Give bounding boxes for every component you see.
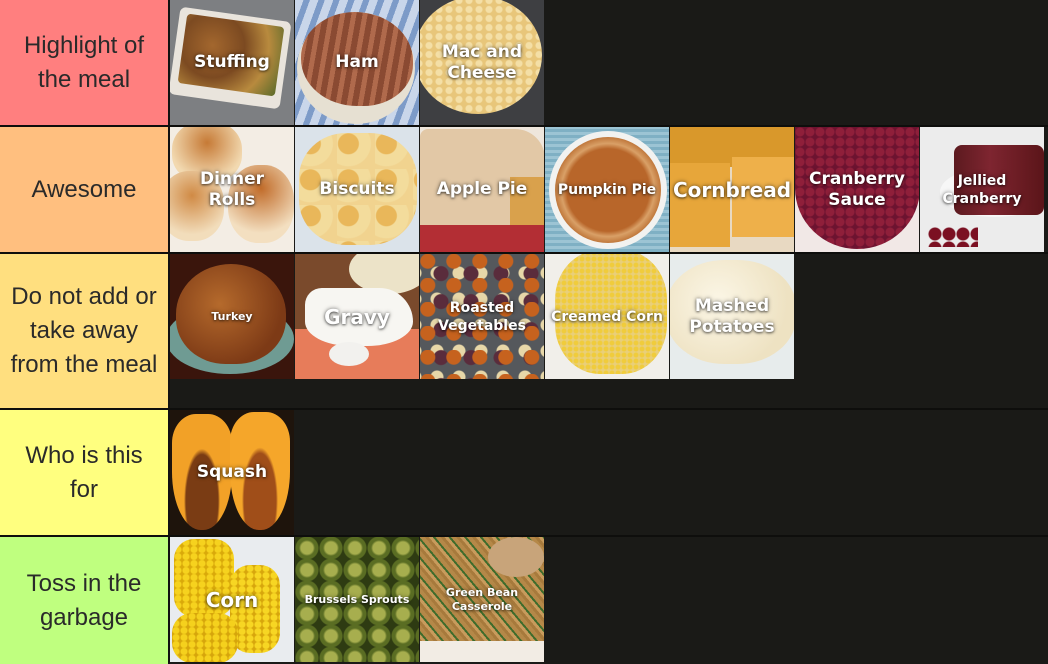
tier-row-awesome: Awesome Dinner Rolls Biscuits Apple Pie … — [0, 127, 1048, 254]
tier-item-roasted-vegetables[interactable]: Roasted Vegetables — [420, 254, 545, 379]
tier-label: Do not add or take away from the meal — [0, 254, 170, 408]
tier-items-dropzone[interactable]: Stuffing Ham Mac and Cheese — [170, 0, 1048, 125]
tier-items-dropzone[interactable]: Dinner Rolls Biscuits Apple Pie Pumpkin … — [170, 127, 1048, 252]
tier-item-squash[interactable]: Squash — [170, 410, 295, 535]
tier-item-mashed-potatoes[interactable]: Mashed Potatoes — [670, 254, 795, 379]
item-caption: Mashed Potatoes — [689, 295, 775, 337]
tier-item-gravy[interactable]: Gravy — [295, 254, 420, 379]
item-caption: Apple Pie — [436, 179, 528, 199]
tier-item-corn[interactable]: Corn — [170, 537, 295, 662]
item-caption: Dinner Rolls — [199, 168, 265, 210]
item-caption: Brussels Sprouts — [304, 592, 410, 606]
item-caption: Green Bean Casserole — [445, 585, 519, 613]
tier-item-turkey[interactable]: Turkey — [170, 254, 295, 379]
item-caption: Jellied Cranberry — [942, 172, 1022, 207]
tier-item-ham[interactable]: Ham — [295, 0, 420, 125]
tier-row-who-is-this-for: Who is this for Squash — [0, 410, 1048, 537]
tier-item-mac-and-cheese[interactable]: Mac and Cheese — [420, 0, 545, 125]
tier-label: Awesome — [0, 127, 170, 252]
tier-items-dropzone[interactable]: Turkey Gravy Roasted Vegetables Creamed … — [170, 254, 1048, 408]
item-caption: Squash — [196, 462, 268, 482]
item-caption: Turkey — [211, 309, 253, 323]
item-caption: Biscuits — [319, 179, 395, 199]
tier-item-apple-pie[interactable]: Apple Pie — [420, 127, 545, 252]
item-caption: Roasted Vegetables — [438, 299, 526, 334]
tier-item-biscuits[interactable]: Biscuits — [295, 127, 420, 252]
item-caption: Stuffing — [194, 52, 270, 72]
item-caption: Corn — [205, 587, 259, 612]
tier-label: Highlight of the meal — [0, 0, 170, 125]
item-caption: Creamed Corn — [551, 308, 663, 325]
tier-item-cranberry-sauce[interactable]: Cranberry Sauce — [795, 127, 920, 252]
tier-item-creamed-corn[interactable]: Creamed Corn — [545, 254, 670, 379]
tier-row-toss-in-garbage: Toss in the garbage Corn Brussels Sprout… — [0, 537, 1048, 664]
tier-label: Toss in the garbage — [0, 537, 170, 664]
tier-row-highlight: Highlight of the meal Stuffing Ham Mac a… — [0, 0, 1048, 127]
item-caption: Gravy — [324, 304, 390, 329]
tier-item-pumpkin-pie[interactable]: Pumpkin Pie — [545, 127, 670, 252]
item-caption: Ham — [335, 52, 379, 72]
tier-item-stuffing[interactable]: Stuffing — [170, 0, 295, 125]
item-caption: Mac and Cheese — [441, 41, 523, 83]
item-caption: Cranberry Sauce — [809, 168, 905, 210]
tier-item-brussels-sprouts[interactable]: Brussels Sprouts — [295, 537, 420, 662]
item-caption: Pumpkin Pie — [557, 181, 657, 198]
tier-item-green-bean-casserole[interactable]: Green Bean Casserole — [420, 537, 545, 662]
tier-item-dinner-rolls[interactable]: Dinner Rolls — [170, 127, 295, 252]
tier-item-cornbread[interactable]: Cornbread — [670, 127, 795, 252]
tier-row-neutral: Do not add or take away from the meal Tu… — [0, 254, 1048, 410]
tier-items-dropzone[interactable]: Squash — [170, 410, 1048, 535]
tier-list: Highlight of the meal Stuffing Ham Mac a… — [0, 0, 1048, 664]
tier-item-jellied-cranberry[interactable]: Jellied Cranberry — [920, 127, 1045, 252]
tier-label: Who is this for — [0, 410, 170, 535]
item-caption: Cornbread — [672, 177, 792, 202]
tier-items-dropzone[interactable]: Corn Brussels Sprouts Green Bean Cassero… — [170, 537, 1048, 664]
